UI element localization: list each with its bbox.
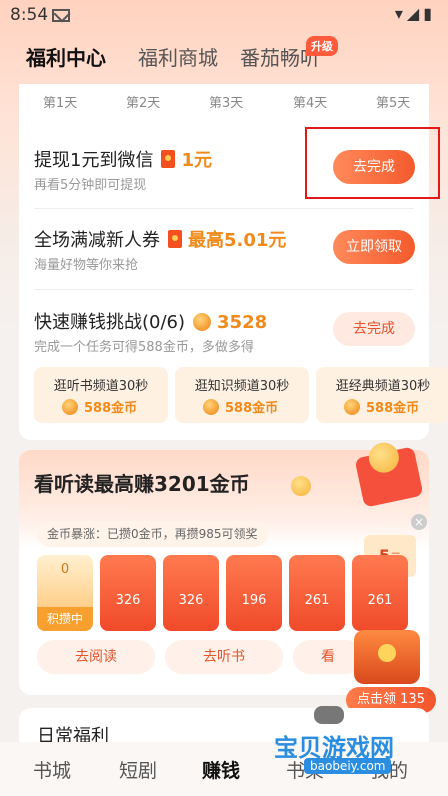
top-tabs: 福利中心 福利商城 番茄畅听 升级: [0, 36, 448, 80]
mini-task-reward: 588金币: [203, 397, 278, 416]
day-label: 第4天: [293, 96, 328, 111]
status-bar: 8:54 ▾◢▮: [0, 0, 448, 30]
reward-text: 588金币: [366, 401, 420, 416]
status-time: 8:54: [10, 5, 49, 25]
envelope[interactable]: 326: [100, 555, 156, 631]
envelope-value: 0: [60, 562, 70, 577]
mini-task-title: 逛听书频道30秒: [53, 379, 149, 394]
envelope-value: 261: [304, 593, 330, 608]
watermark: 宝贝游戏网 baobeiy.com: [274, 706, 444, 778]
watermark-url: baobeiy.com: [304, 758, 392, 774]
upgrade-badge: 升级: [306, 36, 338, 56]
signal-wifi-battery-icon: ▾◢▮: [394, 4, 436, 23]
treasure-chest-icon[interactable]: [354, 630, 420, 684]
task-reward: 最高5.01元: [188, 230, 287, 251]
coin-icon: [62, 399, 78, 415]
red-packet-gift-icon: [354, 446, 424, 508]
go-listen-button[interactable]: 去听书: [165, 640, 283, 674]
envelope[interactable]: 261: [352, 555, 408, 631]
listen-read-card: 看听读最高赚3201金币 金币暴涨：已攒0金币，再攒985可领奖 × 5元 0 …: [19, 446, 436, 713]
envelope-value: 326: [178, 593, 204, 608]
day-label: 第1天: [43, 96, 78, 111]
task-title-text: 全场满减新人券: [34, 230, 160, 251]
mini-task-card[interactable]: 逛听书频道30秒 588金币: [34, 367, 168, 423]
task-title: 提现1元到微信 1元: [34, 146, 212, 172]
nav-bookstore[interactable]: 书城: [33, 756, 71, 783]
task-coupon: 全场满减新人券 最高5.01元 海量好物等你来抢 立即领取: [19, 214, 429, 294]
mini-task-title: 逛经典频道30秒: [335, 379, 431, 394]
red-packet-icon: [168, 230, 182, 248]
tab-welfare-mall[interactable]: 福利商城: [138, 42, 218, 71]
coin-icon: [193, 313, 212, 331]
task-title: 全场满减新人券 最高5.01元: [34, 226, 286, 252]
mini-task-reward: 588金币: [62, 397, 137, 416]
progress-note: 金币暴涨：已攒0金币，再攒985可领奖: [37, 521, 268, 547]
envelope[interactable]: 0 积攒中: [37, 555, 93, 631]
task-challenge: 快速赚钱挑战(0/6) 3528 完成一个任务可得588金币，多做多得 去完成: [19, 296, 429, 376]
tab-welfare-center[interactable]: 福利中心: [26, 42, 106, 71]
task-reward: 1元: [181, 150, 212, 171]
task-title-text: 提现1元到微信: [34, 150, 154, 171]
reward-text: 588金币: [225, 401, 279, 416]
mini-task-card[interactable]: 逛知识频道30秒 588金币: [175, 367, 309, 423]
task-subtitle: 再看5分钟即可提现: [34, 178, 147, 193]
claim-now-button[interactable]: 立即领取: [333, 230, 415, 264]
day-label: 第2天: [126, 96, 161, 111]
red-packet-icon: [161, 150, 176, 168]
envelope-value: 261: [367, 593, 393, 608]
divider: [34, 208, 414, 209]
mini-task-reward: 588金币: [344, 397, 419, 416]
envelope[interactable]: 326: [163, 555, 219, 631]
go-complete-button[interactable]: 去完成: [333, 312, 415, 346]
mini-task-card[interactable]: 逛经典频道30秒 588金币: [316, 367, 448, 423]
go-watch-button[interactable]: 看: [293, 640, 363, 674]
listen-card-title: 看听读最高赚3201金币: [34, 472, 250, 496]
coin-icon: [203, 399, 219, 415]
envelope-row: 0 积攒中 326 326 196 261 261: [37, 555, 429, 635]
envelope-value: 326: [115, 593, 141, 608]
checkin-days: 第1天 第2天 第3天 第4天 第5天: [19, 90, 429, 111]
envelope-status: 积攒中: [37, 607, 93, 631]
task-reward: 3528: [217, 312, 268, 333]
reward-text: 588金币: [84, 401, 138, 416]
envelope[interactable]: 196: [226, 555, 282, 631]
mail-icon: [52, 9, 70, 22]
divider: [34, 289, 414, 290]
envelope[interactable]: 261: [289, 555, 345, 631]
task-subtitle: 完成一个任务可得588金币，多做多得: [34, 340, 254, 355]
coin-icon: [291, 476, 311, 496]
day-label: 第5天: [376, 96, 411, 111]
task-subtitle: 海量好物等你来抢: [34, 258, 139, 273]
nav-earn[interactable]: 赚钱: [202, 756, 240, 783]
gamepad-icon: [314, 706, 344, 724]
day-label: 第3天: [209, 96, 244, 111]
task-title-text: 快速赚钱挑战(0/6): [34, 312, 186, 333]
close-icon[interactable]: ×: [411, 514, 427, 530]
highlight-box: [305, 127, 440, 199]
go-read-button[interactable]: 去阅读: [37, 640, 155, 674]
task-title: 快速赚钱挑战(0/6) 3528: [34, 308, 267, 334]
envelope-value: 196: [241, 593, 267, 608]
coin-icon: [344, 399, 360, 415]
mini-task-title: 逛知识频道30秒: [194, 379, 290, 394]
nav-short-drama[interactable]: 短剧: [119, 756, 157, 783]
